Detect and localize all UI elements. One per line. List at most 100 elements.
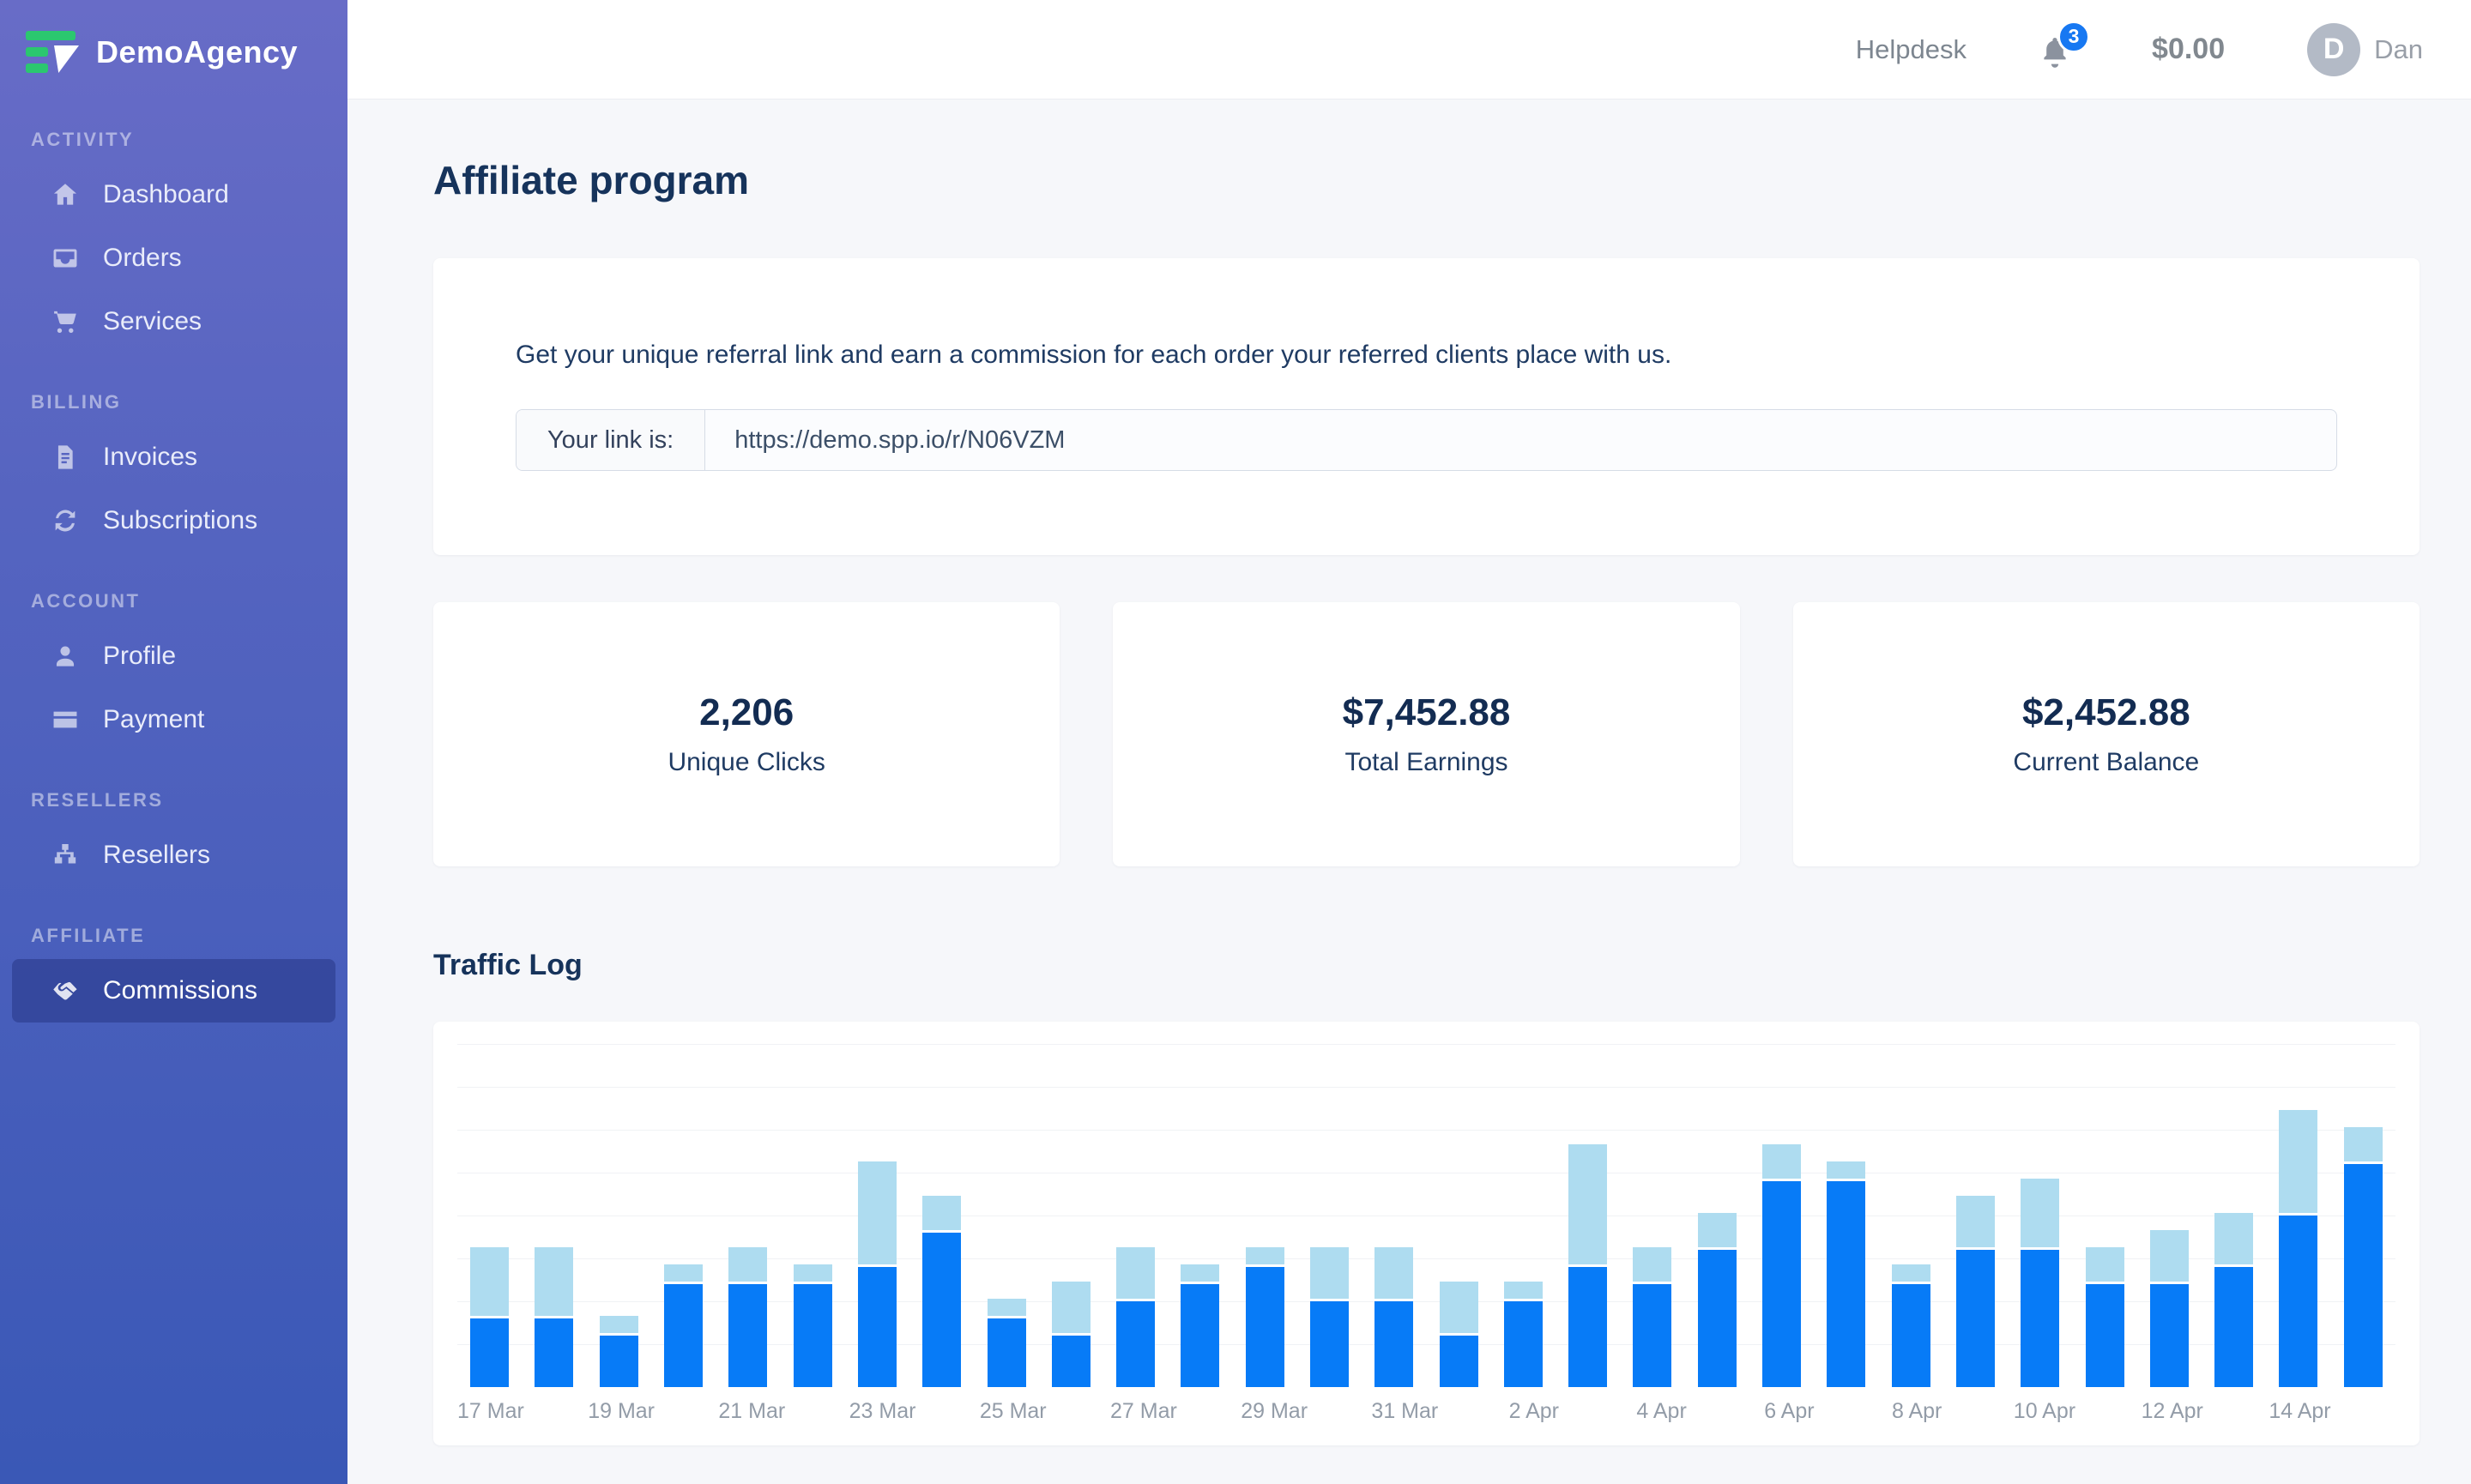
sidebar-item-label: Services — [103, 307, 202, 335]
bar-segment-dark — [1568, 1267, 1608, 1387]
x-axis-label: 31 Mar — [1371, 1399, 1439, 1423]
x-axis-label: 17 Mar — [457, 1399, 524, 1423]
sidebar-item-invoices[interactable]: Invoices — [12, 425, 335, 489]
x-axis-label: 2 Apr — [1508, 1399, 1559, 1423]
bar-segment-light — [1116, 1247, 1156, 1299]
x-axis-label — [1694, 1399, 1757, 1427]
traffic-bar-5-apr[interactable] — [1685, 1044, 1749, 1387]
traffic-bar-27-mar[interactable] — [1103, 1044, 1168, 1387]
bar-segment-light — [728, 1247, 768, 1282]
notification-count-badge: 3 — [2057, 20, 2091, 53]
x-axis-label — [2076, 1399, 2140, 1427]
referral-link-input[interactable] — [705, 410, 2336, 470]
traffic-bar-20-mar[interactable] — [651, 1044, 716, 1387]
sidebar-item-label: Payment — [103, 705, 205, 733]
traffic-bar-4-apr[interactable] — [1620, 1044, 1684, 1387]
bar-segment-light — [535, 1247, 574, 1316]
sidebar-item-dashboard[interactable]: Dashboard — [12, 163, 335, 226]
x-axis-label — [1177, 1399, 1241, 1427]
x-axis-label — [785, 1399, 849, 1427]
traffic-bar-30-mar[interactable] — [1297, 1044, 1362, 1387]
account-balance[interactable]: $0.00 — [2152, 33, 2225, 66]
sidebar-item-payment[interactable]: Payment — [12, 688, 335, 751]
traffic-bar-3-apr[interactable] — [1556, 1044, 1620, 1387]
nav-section-label: Activity — [31, 129, 135, 150]
traffic-bar-18-mar[interactable] — [522, 1044, 586, 1387]
traffic-bar-8-apr[interactable] — [1879, 1044, 1943, 1387]
referral-card: Get your unique referral link and earn a… — [433, 258, 2420, 555]
traffic-bar-1-apr[interactable] — [1426, 1044, 1490, 1387]
stats-row: 2,206 Unique Clicks $7,452.88 Total Earning… — [433, 602, 2420, 866]
bar-segment-light — [1245, 1247, 1284, 1264]
bar-segment-light — [1827, 1161, 1866, 1179]
stat-value: $2,452.88 — [2021, 691, 2190, 733]
sidebar-item-resellers[interactable]: Resellers — [12, 823, 335, 887]
bar-segment-dark — [1181, 1284, 1220, 1387]
traffic-bar-28-mar[interactable] — [1168, 1044, 1232, 1387]
sidebar-item-commissions[interactable]: Commissions — [12, 959, 335, 1023]
stat-card-current-balance: $2,452.88 Current Balance — [1792, 602, 2420, 866]
traffic-bar-25-mar[interactable] — [974, 1044, 1038, 1387]
bar-segment-dark — [2085, 1284, 2124, 1387]
x-axis-label: 8 Apr — [1891, 1399, 1942, 1423]
traffic-bar-12-apr[interactable] — [2137, 1044, 2202, 1387]
x-axis-label: 10 Apr — [2013, 1399, 2076, 1423]
traffic-bar-14-apr[interactable] — [2266, 1044, 2330, 1387]
bar-segment-dark — [1891, 1284, 1930, 1387]
traffic-bar-21-mar[interactable] — [716, 1044, 780, 1387]
traffic-bar-7-apr[interactable] — [1814, 1044, 1878, 1387]
x-axis-label — [655, 1399, 718, 1427]
traffic-bar-22-mar[interactable] — [780, 1044, 844, 1387]
traffic-bar-9-apr[interactable] — [1943, 1044, 2008, 1387]
stat-value: 2,206 — [699, 691, 794, 733]
brand-logo[interactable]: DemoAgency — [0, 0, 347, 82]
traffic-bar-29-mar[interactable] — [1233, 1044, 1297, 1387]
stat-value: $7,452.88 — [1342, 691, 1511, 733]
x-axis-label: 29 Mar — [1241, 1399, 1308, 1423]
user-menu[interactable]: D Dan — [2307, 22, 2423, 76]
bar-segment-light — [1310, 1247, 1349, 1299]
helpdesk-link[interactable]: Helpdesk — [1856, 34, 1967, 65]
bar-segment-dark — [599, 1336, 638, 1387]
x-axis-label — [1308, 1399, 1371, 1427]
bar-segment-dark — [857, 1267, 897, 1387]
bar-segment-light — [1633, 1247, 1672, 1282]
traffic-bar-19-mar[interactable] — [587, 1044, 651, 1387]
bar-segment-light — [2085, 1247, 2124, 1282]
referral-link-label: Your link is: — [517, 410, 706, 470]
bar-segment-dark — [1310, 1301, 1349, 1387]
traffic-bar-15-apr[interactable] — [2331, 1044, 2395, 1387]
bar-segment-dark — [793, 1284, 832, 1387]
x-axis-label — [1948, 1399, 2012, 1427]
bar-segment-dark — [1051, 1336, 1091, 1387]
bar-segment-dark — [1762, 1181, 1802, 1387]
traffic-bar-17-mar[interactable] — [457, 1044, 522, 1387]
invoice-icon — [50, 442, 81, 473]
sidebar-item-profile[interactable]: Profile — [12, 624, 335, 688]
refresh-icon — [50, 505, 81, 536]
bar-segment-dark — [535, 1318, 574, 1387]
bar-segment-light — [1697, 1213, 1737, 1247]
traffic-bar-2-apr[interactable] — [1491, 1044, 1556, 1387]
traffic-bar-13-apr[interactable] — [2202, 1044, 2266, 1387]
page-title: Affiliate program — [433, 158, 750, 202]
sidebar-item-label: Orders — [103, 244, 182, 272]
bar-segment-light — [2149, 1230, 2189, 1282]
traffic-bar-26-mar[interactable] — [1039, 1044, 1103, 1387]
sidebar-item-services[interactable]: Services — [12, 290, 335, 353]
bar-segment-light — [1568, 1144, 1608, 1264]
sidebar-item-subscriptions[interactable]: Subscriptions — [12, 489, 335, 552]
bar-segment-light — [1051, 1282, 1091, 1333]
sidebar-item-orders[interactable]: Orders — [12, 226, 335, 290]
traffic-bar-6-apr[interactable] — [1749, 1044, 1814, 1387]
traffic-bar-24-mar[interactable] — [909, 1044, 974, 1387]
bar-segment-light — [1955, 1196, 1995, 1247]
traffic-bar-23-mar[interactable] — [845, 1044, 909, 1387]
x-axis-label: 4 Apr — [1636, 1399, 1687, 1423]
traffic-bar-31-mar[interactable] — [1362, 1044, 1426, 1387]
x-axis-label — [1566, 1399, 1629, 1427]
traffic-bar-11-apr[interactable] — [2072, 1044, 2136, 1387]
traffic-bar-10-apr[interactable] — [2008, 1044, 2072, 1387]
referral-description: Get your unique referral link and earn a… — [516, 341, 1672, 369]
notifications-bell[interactable]: 3 — [2037, 20, 2091, 72]
